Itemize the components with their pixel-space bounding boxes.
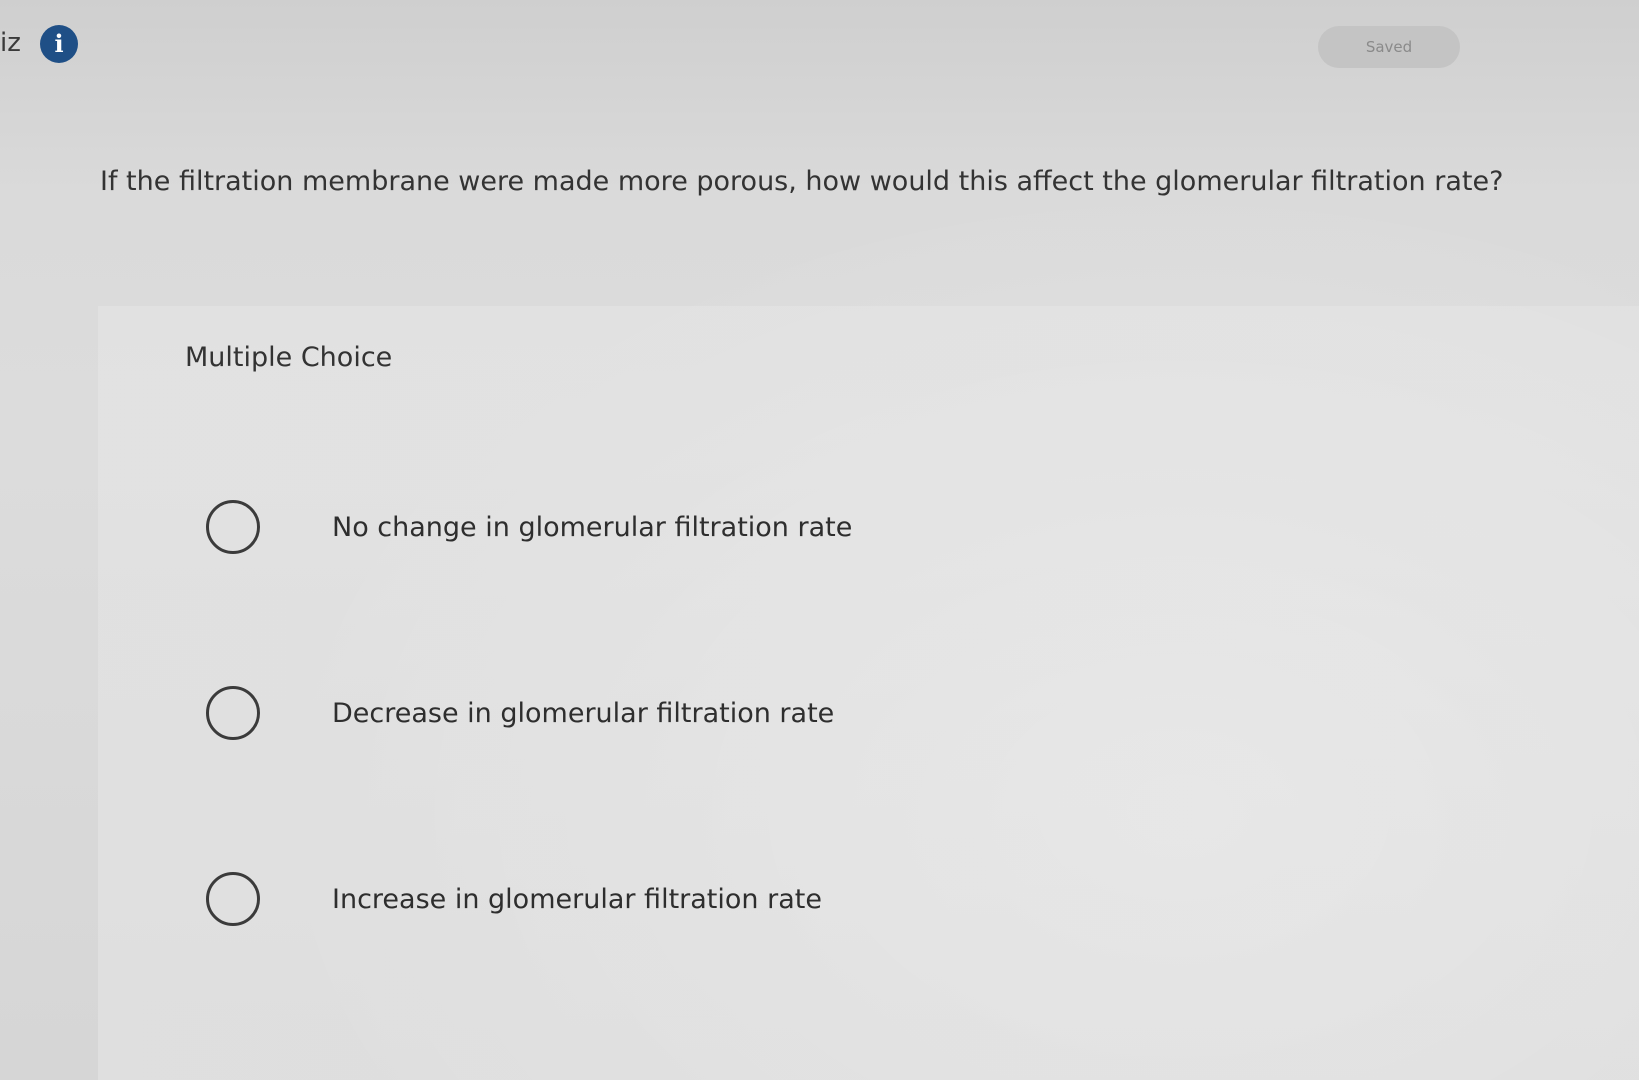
radio-button[interactable] <box>206 686 260 740</box>
radio-button[interactable] <box>206 872 260 926</box>
saved-status-badge: Saved <box>1318 26 1460 68</box>
quiz-title: iz <box>0 28 21 58</box>
question-type-label: Multiple Choice <box>185 342 393 373</box>
info-icon[interactable]: i <box>40 25 78 63</box>
choice-label[interactable]: Decrease in glomerular filtration rate <box>332 694 834 734</box>
choice-option-2[interactable]: Decrease in glomerular filtration rate <box>200 680 1000 750</box>
choice-option-3[interactable]: Increase in glomerular filtration rate <box>200 866 1000 936</box>
radio-button[interactable] <box>206 500 260 554</box>
question-text: If the filtration membrane were made mor… <box>100 166 1504 197</box>
top-bar: iz i Saved <box>0 0 1639 90</box>
choice-option-1[interactable]: No change in glomerular filtration rate <box>200 494 1000 564</box>
choice-label[interactable]: No change in glomerular filtration rate <box>332 508 852 548</box>
choice-label[interactable]: Increase in glomerular filtration rate <box>332 880 822 920</box>
